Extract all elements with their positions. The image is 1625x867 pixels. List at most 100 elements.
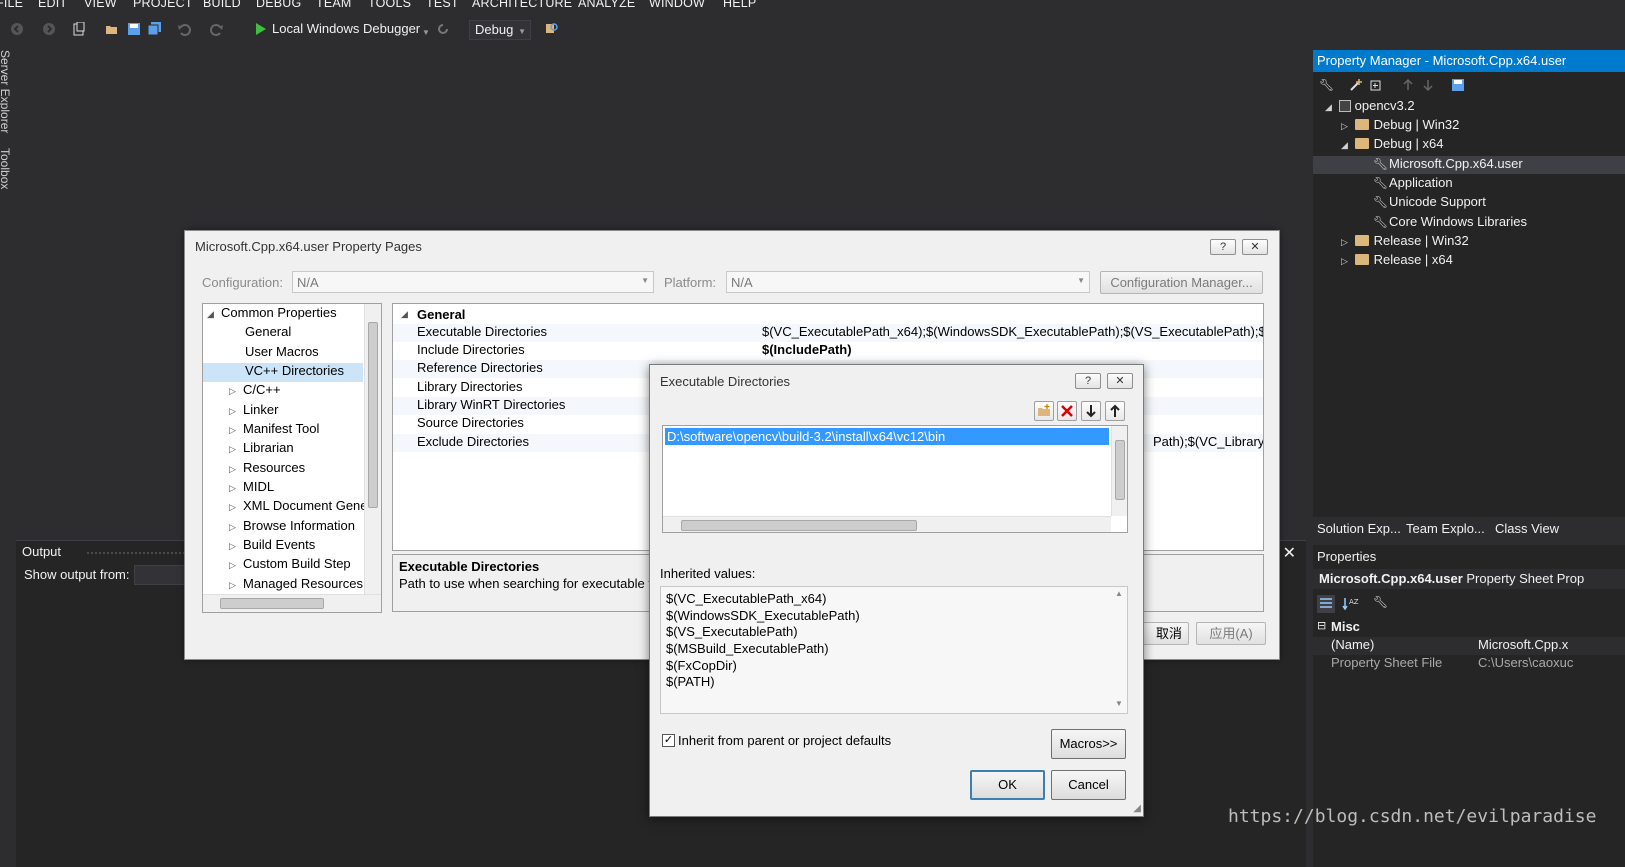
alphabetical-icon[interactable]: AZ	[1341, 595, 1359, 613]
inherit-checkbox[interactable]: ✓	[662, 734, 675, 747]
list-horizontal-scrollbar[interactable]	[663, 516, 1111, 532]
tree-item-librarian[interactable]: ▷ Librarian	[229, 440, 294, 459]
help-button[interactable]: ?	[1210, 239, 1236, 255]
tree-item-common-properties[interactable]: ◢ Common Properties	[207, 305, 337, 324]
collapse-arrow-icon[interactable]: ◢	[207, 309, 221, 320]
move-up-button[interactable]	[1105, 401, 1125, 421]
menu-analyze[interactable]: ANALYZE	[578, 0, 635, 10]
tree-item-manifest-tool[interactable]: ▷ Manifest Tool	[229, 421, 319, 440]
tab-solution-explorer[interactable]: Solution Exp...	[1317, 521, 1401, 536]
new-project-icon[interactable]	[72, 22, 86, 36]
scroll-down-icon[interactable]: ▼	[1115, 699, 1123, 708]
run-debugger-button[interactable]: Local Windows Debugger	[272, 21, 420, 36]
tree-item-linker[interactable]: ▷ Linker	[229, 402, 278, 421]
expand-arrow-icon[interactable]: ▷	[1341, 237, 1351, 248]
pm-node-project[interactable]: ◢ opencv3.2	[1325, 98, 1415, 116]
tree-item-resources[interactable]: ▷ Resources	[229, 460, 305, 479]
forward-icon[interactable]	[42, 22, 56, 36]
grid-value[interactable]: $(VC_ExecutablePath_x64);$(WindowsSDK_Ex…	[762, 324, 1263, 339]
expand-arrow-icon[interactable]: ▷	[229, 541, 243, 552]
undo-icon[interactable]	[177, 22, 191, 36]
property-row[interactable]: (Name) Microsoft.Cpp.x	[1313, 637, 1625, 655]
pm-node-core-windows-libraries[interactable]: 🔧︎Core Windows Libraries	[1373, 214, 1527, 232]
tree-item-c-cpp[interactable]: ▷ C/C++	[229, 382, 281, 401]
tree-item-browse-information[interactable]: ▷ Browse Information	[229, 518, 355, 537]
tree-item-custom-build-step[interactable]: ▷ Custom Build Step	[229, 556, 351, 575]
pm-node-unicode-support[interactable]: 🔧︎Unicode Support	[1373, 194, 1486, 212]
pm-node-release-win32[interactable]: ▷ Release | Win32	[1341, 233, 1469, 251]
grid-row-include-directories[interactable]: Include Directories $(IncludePath)	[393, 342, 1263, 360]
server-explorer-tab[interactable]: Server Explorer	[0, 50, 12, 133]
new-line-button[interactable]	[1034, 401, 1054, 421]
property-category-misc[interactable]: ⊟ Misc	[1313, 619, 1625, 637]
expand-arrow-icon[interactable]: ▷	[1341, 256, 1351, 267]
scrollbar-thumb[interactable]	[1115, 440, 1125, 500]
save-all-icon[interactable]	[148, 22, 162, 36]
grid-row-executable-directories[interactable]: Executable Directories $(VC_ExecutablePat…	[393, 324, 1263, 342]
tree-item-build-events[interactable]: ▷ Build Events	[229, 537, 315, 556]
configuration-combo[interactable]: N/A ▼	[292, 271, 654, 293]
add-property-sheet-icon[interactable]	[1349, 78, 1363, 92]
save-icon[interactable]	[1451, 78, 1465, 92]
property-pages-icon[interactable]: 🔧︎	[1373, 595, 1388, 609]
tree-item-managed-resources[interactable]: ▷ Managed Resources	[229, 576, 363, 595]
categorized-icon[interactable]	[1317, 595, 1335, 613]
expand-arrow-icon[interactable]: ▷	[229, 483, 243, 494]
resize-grip-icon[interactable]: ◢	[1133, 803, 1141, 814]
wrench-icon[interactable]: 🔧︎	[1319, 78, 1334, 92]
redo-icon[interactable]	[210, 22, 224, 36]
move-down-icon[interactable]	[1421, 78, 1435, 92]
menu-build[interactable]: BUILD	[203, 0, 241, 10]
expand-arrow-icon[interactable]: ▷	[229, 464, 243, 475]
expand-arrow-icon[interactable]: ◢	[1325, 102, 1335, 113]
menu-project[interactable]: PROJECT	[133, 0, 193, 10]
collapse-icon[interactable]: ⊟	[1317, 619, 1326, 632]
scrollbar-thumb[interactable]	[368, 322, 378, 508]
menu-edit[interactable]: EDIT	[38, 0, 67, 10]
expand-arrow-icon[interactable]: ▷	[229, 444, 243, 455]
solution-config-combo[interactable]: Debug ▼	[469, 20, 531, 40]
collapse-arrow-icon[interactable]: ◢	[401, 309, 408, 320]
menu-file[interactable]: FILE	[0, 0, 23, 10]
menu-tools[interactable]: TOOLS	[368, 0, 411, 10]
property-row[interactable]: Property Sheet File C:\Users\caoxuc	[1313, 655, 1625, 673]
tree-vertical-scrollbar[interactable]	[364, 304, 381, 594]
platform-combo[interactable]: N/A ▼	[726, 271, 1090, 293]
save-icon[interactable]	[127, 22, 141, 36]
tree-item-midl[interactable]: ▷ MIDL	[229, 479, 274, 498]
find-in-files-icon[interactable]	[545, 22, 559, 36]
tree-item-xml-document[interactable]: ▷ XML Document Gene	[229, 498, 368, 517]
back-icon[interactable]	[10, 22, 24, 36]
expand-arrow-icon[interactable]: ▷	[1341, 121, 1351, 132]
delete-line-button[interactable]	[1057, 401, 1077, 421]
expand-arrow-icon[interactable]: ▷	[229, 386, 243, 397]
tree-horizontal-scrollbar[interactable]	[203, 594, 381, 612]
move-down-button[interactable]	[1081, 401, 1101, 421]
ok-button[interactable]: OK	[970, 770, 1045, 800]
close-button[interactable]: ✕	[1107, 373, 1133, 389]
menu-view[interactable]: VIEW	[84, 0, 117, 10]
expand-arrow-icon[interactable]: ▷	[229, 580, 243, 591]
pm-node-release-x64[interactable]: ▷ Release | x64	[1341, 252, 1453, 270]
expand-arrow-icon[interactable]: ▷	[229, 560, 243, 571]
tab-class-view[interactable]: Class View	[1495, 521, 1559, 536]
play-icon[interactable]	[254, 22, 268, 36]
cancel-button[interactable]: Cancel	[1051, 770, 1126, 800]
pm-node-application[interactable]: 🔧︎Application	[1373, 175, 1453, 193]
configuration-manager-button[interactable]: Configuration Manager...	[1100, 271, 1263, 294]
close-icon[interactable]: ✕	[1283, 543, 1296, 563]
close-button[interactable]: ✕	[1242, 239, 1268, 255]
expand-arrow-icon[interactable]: ▷	[229, 502, 243, 513]
expand-arrow-icon[interactable]: ▷	[229, 522, 243, 533]
tree-item-vc-directories[interactable]: VC++ Directories	[203, 363, 363, 382]
move-up-icon[interactable]	[1401, 78, 1415, 92]
menu-test[interactable]: TEST	[426, 0, 459, 10]
pm-node-debug-x64[interactable]: ◢ Debug | x64	[1341, 136, 1444, 154]
chevron-down-icon[interactable]: ▼	[422, 28, 430, 37]
properties-object-selector[interactable]: Microsoft.Cpp.x64.user Property Sheet Pr…	[1313, 569, 1625, 589]
add-existing-icon[interactable]	[1369, 78, 1383, 92]
menu-team[interactable]: TEAM	[316, 0, 352, 10]
pm-node-cpp-x64-user[interactable]: 🔧︎Microsoft.Cpp.x64.user	[1313, 156, 1625, 174]
macros-button[interactable]: Macros>>	[1051, 729, 1126, 759]
menu-help[interactable]: HELP	[723, 0, 756, 10]
